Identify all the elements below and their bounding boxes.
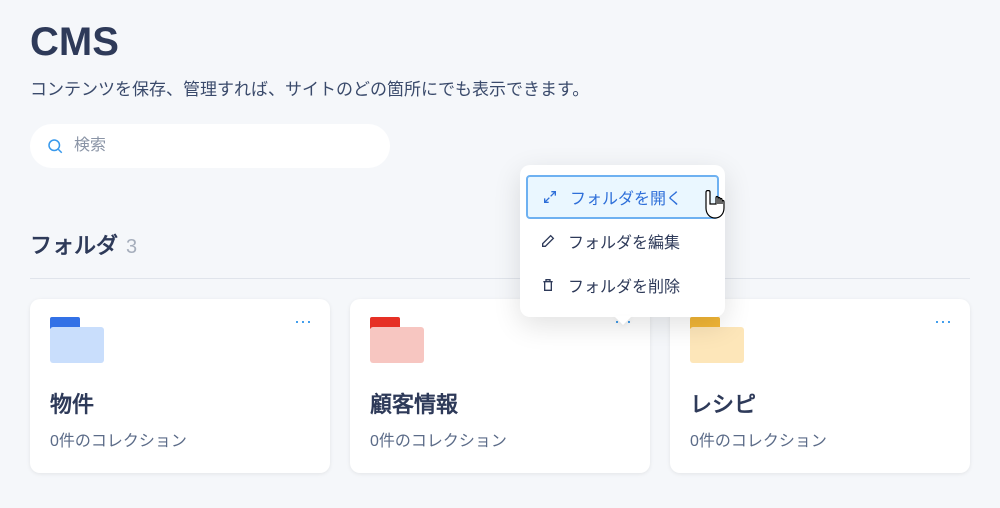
folder-name: 物件 bbox=[50, 387, 310, 419]
more-icon[interactable]: ⋯ bbox=[934, 313, 954, 331]
page-subtitle: コンテンツを保存、管理すれば、サイトのどの箇所にでも表示できます。 bbox=[30, 75, 970, 100]
folder-sub: 0件のコレクション bbox=[370, 427, 630, 451]
page-title: CMS bbox=[30, 20, 970, 65]
search-wrapper bbox=[30, 124, 390, 168]
search-icon bbox=[46, 137, 64, 155]
folder-sub: 0件のコレクション bbox=[690, 427, 950, 451]
divider bbox=[30, 278, 970, 279]
menu-open-folder[interactable]: フォルダを開く bbox=[526, 175, 719, 219]
section-header: フォルダ 3 bbox=[30, 228, 970, 260]
search-input[interactable] bbox=[30, 124, 390, 168]
folder-icon bbox=[50, 317, 104, 361]
folder-card[interactable]: ⋯ 顧客情報 0件のコレクション bbox=[350, 299, 650, 473]
menu-label: フォルダを削除 bbox=[568, 273, 680, 297]
folder-card[interactable]: ⋯ レシピ 0件のコレクション bbox=[670, 299, 970, 473]
menu-edit-folder[interactable]: フォルダを編集 bbox=[520, 219, 725, 263]
folder-name: レシピ bbox=[690, 387, 950, 419]
menu-label: フォルダを編集 bbox=[568, 229, 680, 253]
context-menu: フォルダを開く フォルダを編集 フォルダを削除 bbox=[520, 165, 725, 317]
trash-icon bbox=[540, 277, 556, 293]
cursor-pointer-icon bbox=[698, 190, 726, 222]
menu-label: フォルダを開く bbox=[570, 185, 682, 209]
folder-cards: ⋯ 物件 0件のコレクション ⋯ 顧客情報 0件のコレクション ⋯ レシピ 0件… bbox=[30, 299, 970, 473]
section-title: フォルダ bbox=[30, 228, 118, 260]
section-count: 3 bbox=[126, 236, 137, 259]
folder-sub: 0件のコレクション bbox=[50, 427, 310, 451]
menu-delete-folder[interactable]: フォルダを削除 bbox=[520, 263, 725, 307]
expand-icon bbox=[542, 189, 558, 205]
folder-name: 顧客情報 bbox=[370, 387, 630, 419]
more-icon[interactable]: ⋯ bbox=[294, 313, 314, 331]
folder-icon bbox=[690, 317, 744, 361]
folder-icon bbox=[370, 317, 424, 361]
folder-card[interactable]: ⋯ 物件 0件のコレクション bbox=[30, 299, 330, 473]
pencil-icon bbox=[540, 233, 556, 249]
